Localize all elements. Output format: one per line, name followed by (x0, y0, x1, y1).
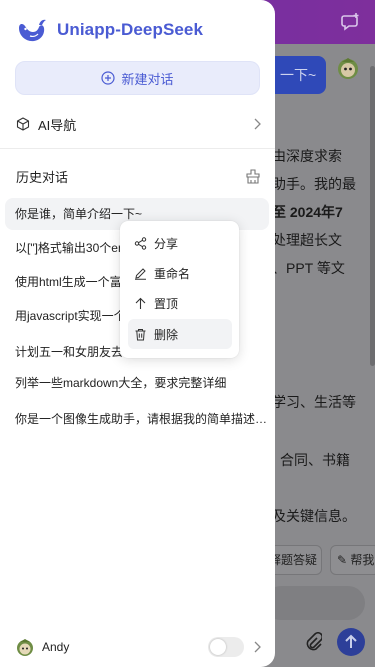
arrow-up-icon (345, 634, 357, 648)
answer-line: 、PPT 等文 (272, 260, 345, 276)
suggestion-chip-label: 帮我 (350, 553, 375, 567)
user-name: Andy (42, 640, 70, 654)
trash-icon (135, 328, 146, 340)
divider (0, 148, 275, 149)
cube-icon (16, 117, 30, 131)
history-item[interactable]: 你是一个图像生成助手，请根据我的简单描述生成图片 (5, 403, 269, 435)
answer-line: 及关键信息。 (272, 508, 356, 524)
menu-item-label: 删除 (154, 327, 179, 342)
answer-line: 合同、书籍 (280, 452, 350, 468)
user-footer: Andy (16, 636, 262, 658)
chat-input[interactable] (264, 586, 365, 620)
edit-icon: ✎ (337, 553, 348, 567)
paperclip-icon[interactable] (304, 632, 322, 652)
answer-line: 由深度求索 (272, 148, 342, 164)
menu-item-share[interactable]: 分享 (128, 228, 232, 258)
chevron-right-icon[interactable] (252, 641, 262, 653)
whale-logo-icon (19, 19, 46, 42)
answer-line: 至 2024年7 (272, 204, 343, 220)
suggestion-chip[interactable]: ✎ 帮我 (330, 545, 375, 575)
theme-toggle[interactable] (208, 637, 244, 657)
new-chat-label: 新建对话 (121, 71, 174, 87)
menu-item-rename[interactable]: 重命名 (128, 258, 232, 288)
broom-clear-icon[interactable] (245, 168, 261, 185)
brand: Uniapp-DeepSeek (16, 14, 203, 46)
ai-nav-link[interactable]: AI导航 (16, 113, 262, 135)
menu-item-label: 重命名 (154, 266, 191, 281)
menu-item-label: 分享 (154, 236, 179, 251)
history-context-menu: 分享 重命名 置顶 删除 (120, 221, 239, 358)
answer-line: 助手。我的最 (272, 176, 356, 192)
answer-line: 学习、生活等 (272, 394, 356, 410)
new-chat-bubble-icon[interactable] (341, 12, 361, 32)
history-title: 历史对话 (16, 170, 69, 185)
scrollbar[interactable] (370, 66, 375, 366)
plus-circle-icon (101, 71, 116, 85)
share-icon (134, 236, 147, 250)
assistant-avatar (338, 58, 358, 79)
pencil-icon (135, 267, 146, 280)
history-header: 历史对话 (16, 167, 261, 186)
arrow-up-icon (135, 297, 146, 309)
history-item[interactable]: 列举一些markdown大全，要求完整详细 (5, 367, 269, 399)
answer-line: 处理超长文 (272, 232, 342, 248)
ai-nav-label: AI导航 (38, 117, 77, 133)
app-title: Uniapp-DeepSeek (57, 20, 204, 39)
user-avatar[interactable] (16, 638, 34, 656)
send-button[interactable] (337, 628, 365, 656)
menu-item-pin[interactable]: 置顶 (128, 288, 232, 318)
chevron-right-icon (254, 118, 261, 130)
new-chat-button[interactable]: 新建对话 (15, 61, 260, 95)
toggle-knob (210, 639, 226, 655)
menu-item-delete[interactable]: 删除 (128, 319, 232, 349)
menu-item-label: 置顶 (154, 296, 179, 311)
